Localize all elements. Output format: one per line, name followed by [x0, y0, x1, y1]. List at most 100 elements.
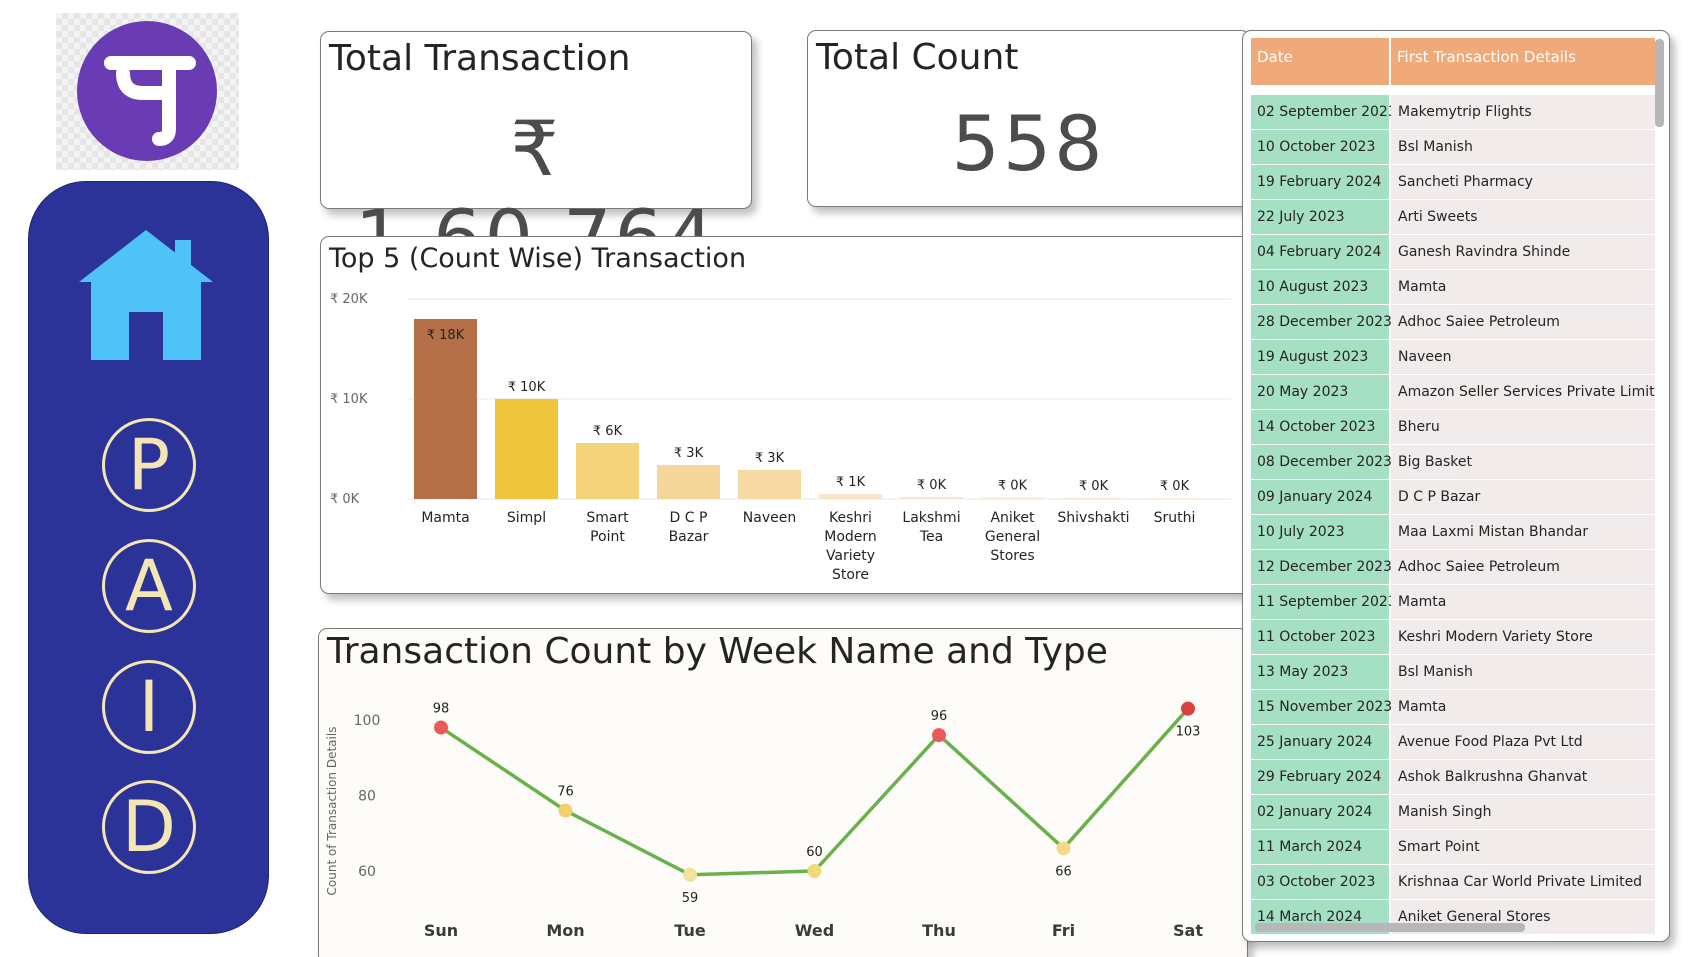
cell-details: Krishnaa Car World Private Limited [1391, 865, 1655, 900]
cell-date: 19 February 2024 [1251, 165, 1391, 200]
vertical-scrollbar[interactable] [1655, 39, 1664, 127]
header-details[interactable]: First Transaction Details [1391, 38, 1655, 85]
bar-chart: ₹ 0K ₹ 10K ₹ 20K ₹ 18K Mamta ₹ 10K Simpl ₹ 6K Sm… [330, 292, 1231, 583]
table-row[interactable]: 10 October 2023 Bsl Manish [1251, 130, 1655, 165]
data-point [434, 720, 448, 735]
cell-details: Smart Point [1391, 830, 1655, 865]
cell-date: 10 August 2023 [1251, 270, 1391, 305]
bar [576, 443, 639, 499]
table-row[interactable]: 28 December 2023 Adhoc Saiee Petroleum [1251, 305, 1655, 340]
table-body: 02 September 2023 Makemytrip Flights 10 Oc… [1251, 95, 1655, 935]
table-header: Date First Transaction Details [1251, 38, 1655, 85]
cell-details: Big Basket [1391, 445, 1655, 480]
x-tick-label: Point [590, 529, 625, 545]
data-point [683, 867, 697, 882]
nav-letter-d[interactable]: D [102, 780, 196, 874]
cell-details: Sancheti Pharmacy [1391, 165, 1655, 200]
bar-data-label: ₹ 1K [836, 475, 866, 490]
phonepe-logo [56, 13, 239, 170]
x-tick-label: Store [832, 567, 869, 583]
point-data-label: 66 [1055, 864, 1072, 879]
cell-details: Ashok Balkrushna Ghanvat [1391, 760, 1655, 795]
table-row[interactable]: 02 January 2024 Manish Singh [1251, 795, 1655, 830]
table-row[interactable]: 14 October 2023 Bheru [1251, 410, 1655, 445]
cell-details: Ganesh Ravindra Shinde [1391, 235, 1655, 270]
point-data-label: 103 [1176, 725, 1201, 740]
table-row[interactable]: 13 May 2023 Bsl Manish [1251, 655, 1655, 690]
total-count-card: Total Count 558 [807, 30, 1250, 207]
table-row[interactable]: 02 September 2023 Makemytrip Flights [1251, 95, 1655, 130]
table-row[interactable]: 12 December 2023 Adhoc Saiee Petroleum [1251, 550, 1655, 585]
point-data-label: 96 [931, 709, 948, 724]
table-row[interactable]: 20 May 2023 Amazon Seller Services Privat… [1251, 375, 1655, 410]
line-chart: 60 80 100 Count of Transaction Details 98 Sun… [325, 701, 1203, 940]
kpi-value: 558 [951, 99, 1106, 188]
x-tick-label: General [985, 529, 1040, 545]
cell-date: 11 October 2023 [1251, 620, 1391, 655]
bar [1062, 497, 1125, 499]
cell-details: Bsl Manish [1391, 130, 1655, 165]
x-tick-label: Bazar [669, 529, 709, 545]
cell-date: 25 January 2024 [1251, 725, 1391, 760]
nav-letter-p[interactable]: P [102, 418, 196, 512]
bar [414, 319, 477, 499]
horizontal-scrollbar[interactable] [1255, 923, 1525, 932]
point-data-label: 98 [433, 702, 450, 717]
cell-date: 09 January 2024 [1251, 480, 1391, 515]
logo-glyph-icon [104, 56, 196, 146]
cell-details: Manish Singh [1391, 795, 1655, 830]
table-row[interactable]: 04 February 2024 Ganesh Ravindra Shinde [1251, 235, 1655, 270]
cell-details: Bheru [1391, 410, 1655, 445]
cell-date: 20 May 2023 [1251, 375, 1391, 410]
table-row[interactable]: 15 November 2023 Mamta [1251, 690, 1655, 725]
x-tick-label: Keshri [829, 510, 872, 526]
logo-circle [77, 21, 217, 161]
table-row[interactable]: 19 August 2023 Naveen [1251, 340, 1655, 375]
y-axis-label: Count of Transaction Details [325, 727, 339, 896]
table-row[interactable]: 11 October 2023 Keshri Modern Variety Sto… [1251, 620, 1655, 655]
cell-details: Keshri Modern Variety Store [1391, 620, 1655, 655]
table-row[interactable]: 25 January 2024 Avenue Food Plaza Pvt Ltd [1251, 725, 1655, 760]
table-row[interactable]: 11 March 2024 Smart Point [1251, 830, 1655, 865]
y-tick-label: 60 [358, 864, 376, 880]
table-row[interactable]: 10 July 2023 Maa Laxmi Mistan Bhandar [1251, 515, 1655, 550]
cell-details: Mamta [1391, 585, 1655, 620]
bar [819, 494, 882, 499]
cell-details: D C P Bazar [1391, 480, 1655, 515]
data-point [1181, 701, 1195, 716]
x-tick-label: Mamta [421, 510, 469, 526]
cell-date: 11 March 2024 [1251, 830, 1391, 865]
point-data-label: 59 [682, 891, 699, 906]
bar [495, 399, 558, 499]
table-row[interactable]: 10 August 2023 Mamta [1251, 270, 1655, 305]
cell-date: 10 July 2023 [1251, 515, 1391, 550]
x-tick-label: Variety [826, 548, 875, 564]
bar-data-label: ₹ 0K [1079, 479, 1109, 494]
table-row[interactable]: 29 February 2024 Ashok Balkrushna Ghanvat [1251, 760, 1655, 795]
bar-data-label: ₹ 18K [427, 328, 465, 343]
nav-letter-i[interactable]: I [102, 660, 196, 754]
x-tick-label: Simpl [507, 510, 546, 526]
data-point [558, 803, 573, 818]
table-row[interactable]: 11 September 2023 Mamta [1251, 585, 1655, 620]
table-row[interactable]: 03 October 2023 Krishnaa Car World Privat… [1251, 865, 1655, 900]
weekly-line-chart-card: Transaction Count by Week Name and Type … [318, 628, 1248, 957]
bar-data-label: ₹ 3K [674, 446, 704, 461]
cell-details: Makemytrip Flights [1391, 95, 1655, 130]
data-point [932, 728, 946, 743]
cell-date: 08 December 2023 [1251, 445, 1392, 480]
x-tick-label: Tea [919, 529, 943, 545]
transactions-table: Date First Transaction Details 02 Septem… [1242, 30, 1670, 942]
header-date[interactable]: Date [1251, 38, 1391, 85]
nav-letter-a[interactable]: A [102, 539, 196, 633]
y-tick-label: ₹ 0K [330, 492, 360, 507]
y-tick-label: ₹ 20K [330, 292, 368, 307]
bar [657, 465, 720, 499]
table-row[interactable]: 08 December 2023 Big Basket [1251, 445, 1655, 480]
table-row[interactable]: 09 January 2024 D C P Bazar [1251, 480, 1655, 515]
home-icon[interactable] [79, 230, 213, 360]
cell-details: Mamta [1391, 270, 1655, 305]
cell-date: 13 May 2023 [1251, 655, 1391, 690]
table-row[interactable]: 22 July 2023 Arti Sweets [1251, 200, 1655, 235]
table-row[interactable]: 19 February 2024 Sancheti Pharmacy [1251, 165, 1655, 200]
